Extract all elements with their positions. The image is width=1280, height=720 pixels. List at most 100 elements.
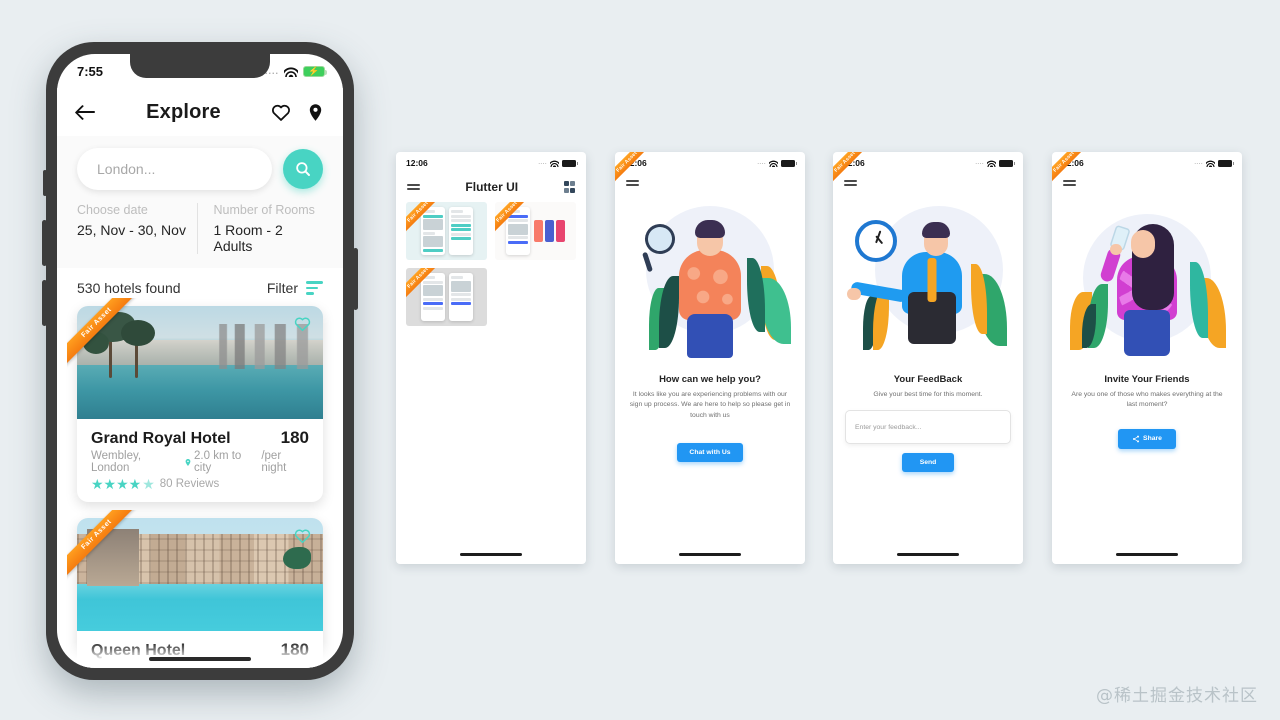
back-arrow-icon[interactable] — [75, 101, 97, 123]
status-time: 7:55 — [77, 63, 104, 79]
signal-dots-icon: .... — [975, 160, 984, 166]
results-bar: 530 hotels found Filter — [57, 268, 343, 306]
choose-date-label: Choose date — [77, 203, 148, 217]
thumbnail-card[interactable]: Fair Asset — [406, 268, 487, 326]
hotel-per-night: /per night — [261, 450, 287, 474]
watermark: @稀土掘金技术社区 — [1096, 686, 1258, 706]
home-indicator — [149, 657, 251, 661]
phone-mute-switch — [43, 170, 47, 196]
hotel-price: 180 — [280, 428, 309, 447]
grid-view-icon[interactable] — [563, 181, 575, 193]
hotel-name: Grand Royal Hotel — [91, 430, 231, 447]
map-pin-icon[interactable] — [306, 101, 325, 124]
signal-dots-icon: .... — [538, 160, 547, 166]
hotel-reviews: 80 Reviews — [159, 478, 220, 490]
hamburger-menu-icon[interactable] — [407, 183, 420, 191]
home-indicator — [897, 553, 959, 556]
choose-date-value: 25, Nov - 30, Nov — [77, 222, 186, 238]
ui-thumbnail-grid: Fair Asset Fair Asset Fair Asset — [396, 198, 586, 326]
signal-dots-icon: .... — [757, 160, 766, 166]
battery-icon — [562, 159, 578, 167]
hotel-price: 180 — [280, 640, 309, 659]
heart-outline-icon[interactable] — [270, 102, 292, 123]
screen-body-text: Give your best time for this moment. — [873, 391, 983, 399]
wifi-icon — [284, 65, 298, 77]
flutter-ui-screen: 12:06 .... Flutter UI Fair Asset Fair As… — [396, 152, 586, 564]
explore-screen: 7:55 .... ⚡ Explore London... Choose dat… — [57, 54, 343, 668]
results-count: 530 hotels found — [77, 280, 181, 296]
status-time: 12:06 — [406, 158, 428, 168]
rooms-label: Number of Rooms — [213, 203, 315, 217]
wifi-icon — [987, 159, 996, 167]
search-icon — [296, 162, 310, 176]
appbar: Flutter UI — [396, 174, 586, 198]
hotel-location: Wembley, London 2.0 km to city — [91, 662, 261, 668]
status-bar: 12:06 .... — [396, 152, 586, 174]
hotel-image — [77, 306, 323, 419]
fair-asset-ribbon: Fair Asset — [495, 202, 549, 256]
screen-body-text: It looks like you are experiencing probl… — [629, 391, 791, 419]
thumbnail-card[interactable]: Fair Asset — [406, 202, 487, 260]
thumbnail-card[interactable]: Fair Asset — [495, 202, 576, 260]
hotel-location: Wembley, London 2.0 km to city — [91, 450, 242, 474]
screen-heading: How can we help you? — [659, 374, 761, 386]
screen-heading: Invite Your Friends — [1104, 374, 1190, 386]
hotel-image — [77, 518, 323, 631]
feedback-screen: Fair Asset 12:06 .... Your FeedBack Give… — [833, 152, 1023, 564]
search-section: London... Choose date 25, Nov - 30, Nov — [57, 136, 343, 268]
map-pin-small-icon — [185, 458, 191, 466]
phone-volume-up-button — [42, 220, 47, 266]
wifi-icon — [769, 159, 778, 167]
share-button[interactable]: Share — [1118, 428, 1176, 449]
home-indicator — [1116, 553, 1178, 556]
number-of-rooms-field[interactable]: Number of Rooms 1 Room - 2 Adults — [196, 203, 324, 254]
screen-heading: Your FeedBack — [893, 374, 963, 386]
fair-asset-ribbon: Fair Asset — [1052, 152, 1106, 206]
filter-label: Filter — [266, 280, 298, 296]
phone-volume-down-button — [42, 280, 47, 326]
hotel-per-night: /per night — [261, 662, 282, 668]
hotel-card[interactable]: Fair Asset Queen Hotel 180 Wembley, 2.0 … — [67, 510, 323, 668]
phone-notch — [130, 54, 270, 78]
rooms-value: 1 Room - 2 Adults — [213, 222, 283, 254]
battery-charging-icon: ⚡ — [303, 65, 327, 77]
signal-dots-icon: .... — [1194, 160, 1203, 166]
man-with-clock-illustration — [833, 192, 1023, 370]
fair-asset-ribbon: Fair Asset — [406, 202, 460, 256]
filter-icon — [306, 281, 323, 295]
search-input[interactable]: London... — [77, 148, 272, 190]
invite-screen: Fair Asset 12:06 .... Invite Your Friend… — [1052, 152, 1242, 564]
wifi-icon — [550, 159, 559, 167]
feedback-input[interactable]: Enter your feedback... — [845, 410, 1011, 445]
battery-icon — [781, 159, 797, 167]
choose-date-field[interactable]: Choose date 25, Nov - 30, Nov — [77, 203, 197, 254]
fair-asset-ribbon: Fair Asset — [833, 152, 887, 206]
fair-asset-ribbon: Fair Asset — [615, 152, 669, 206]
home-indicator — [460, 553, 522, 556]
filter-button[interactable]: Filter — [267, 280, 323, 296]
man-with-magnifier-illustration — [615, 192, 805, 370]
phone-power-button — [353, 248, 358, 310]
page-title: Explore — [146, 100, 221, 123]
send-button[interactable]: Send — [902, 453, 954, 473]
main-phone-mockup: 7:55 .... ⚡ Explore London... Choose dat… — [42, 42, 358, 680]
chat-with-us-button[interactable]: Chat with Us — [677, 442, 743, 462]
explore-appbar: Explore — [57, 88, 343, 136]
hotel-card[interactable]: Fair Asset Grand Royal Hotel 180 Wembley… — [67, 298, 323, 502]
screen-body-text: Are you one of those who makes everythin… — [1071, 391, 1223, 409]
search-button[interactable] — [283, 149, 323, 189]
screenshot-root: 7:55 .... ⚡ Explore London... Choose dat… — [0, 0, 1280, 720]
battery-icon — [1218, 159, 1234, 167]
battery-icon — [999, 159, 1015, 167]
page-title: Flutter UI — [465, 180, 519, 194]
home-indicator — [679, 553, 741, 556]
help-screen: Fair Asset 12:06 .... How can we help yo… — [615, 152, 805, 564]
hotel-favorite-icon[interactable] — [293, 315, 312, 333]
woman-on-phone-illustration — [1052, 192, 1242, 370]
fair-asset-ribbon: Fair Asset — [406, 268, 460, 322]
share-icon — [1133, 435, 1140, 442]
wifi-icon — [1206, 159, 1215, 167]
hotel-favorite-icon[interactable] — [293, 527, 312, 545]
hotel-rating-stars: ★★★★ ★ — [91, 476, 155, 492]
hotel-list[interactable]: Fair Asset Grand Royal Hotel 180 Wembley… — [57, 298, 343, 668]
